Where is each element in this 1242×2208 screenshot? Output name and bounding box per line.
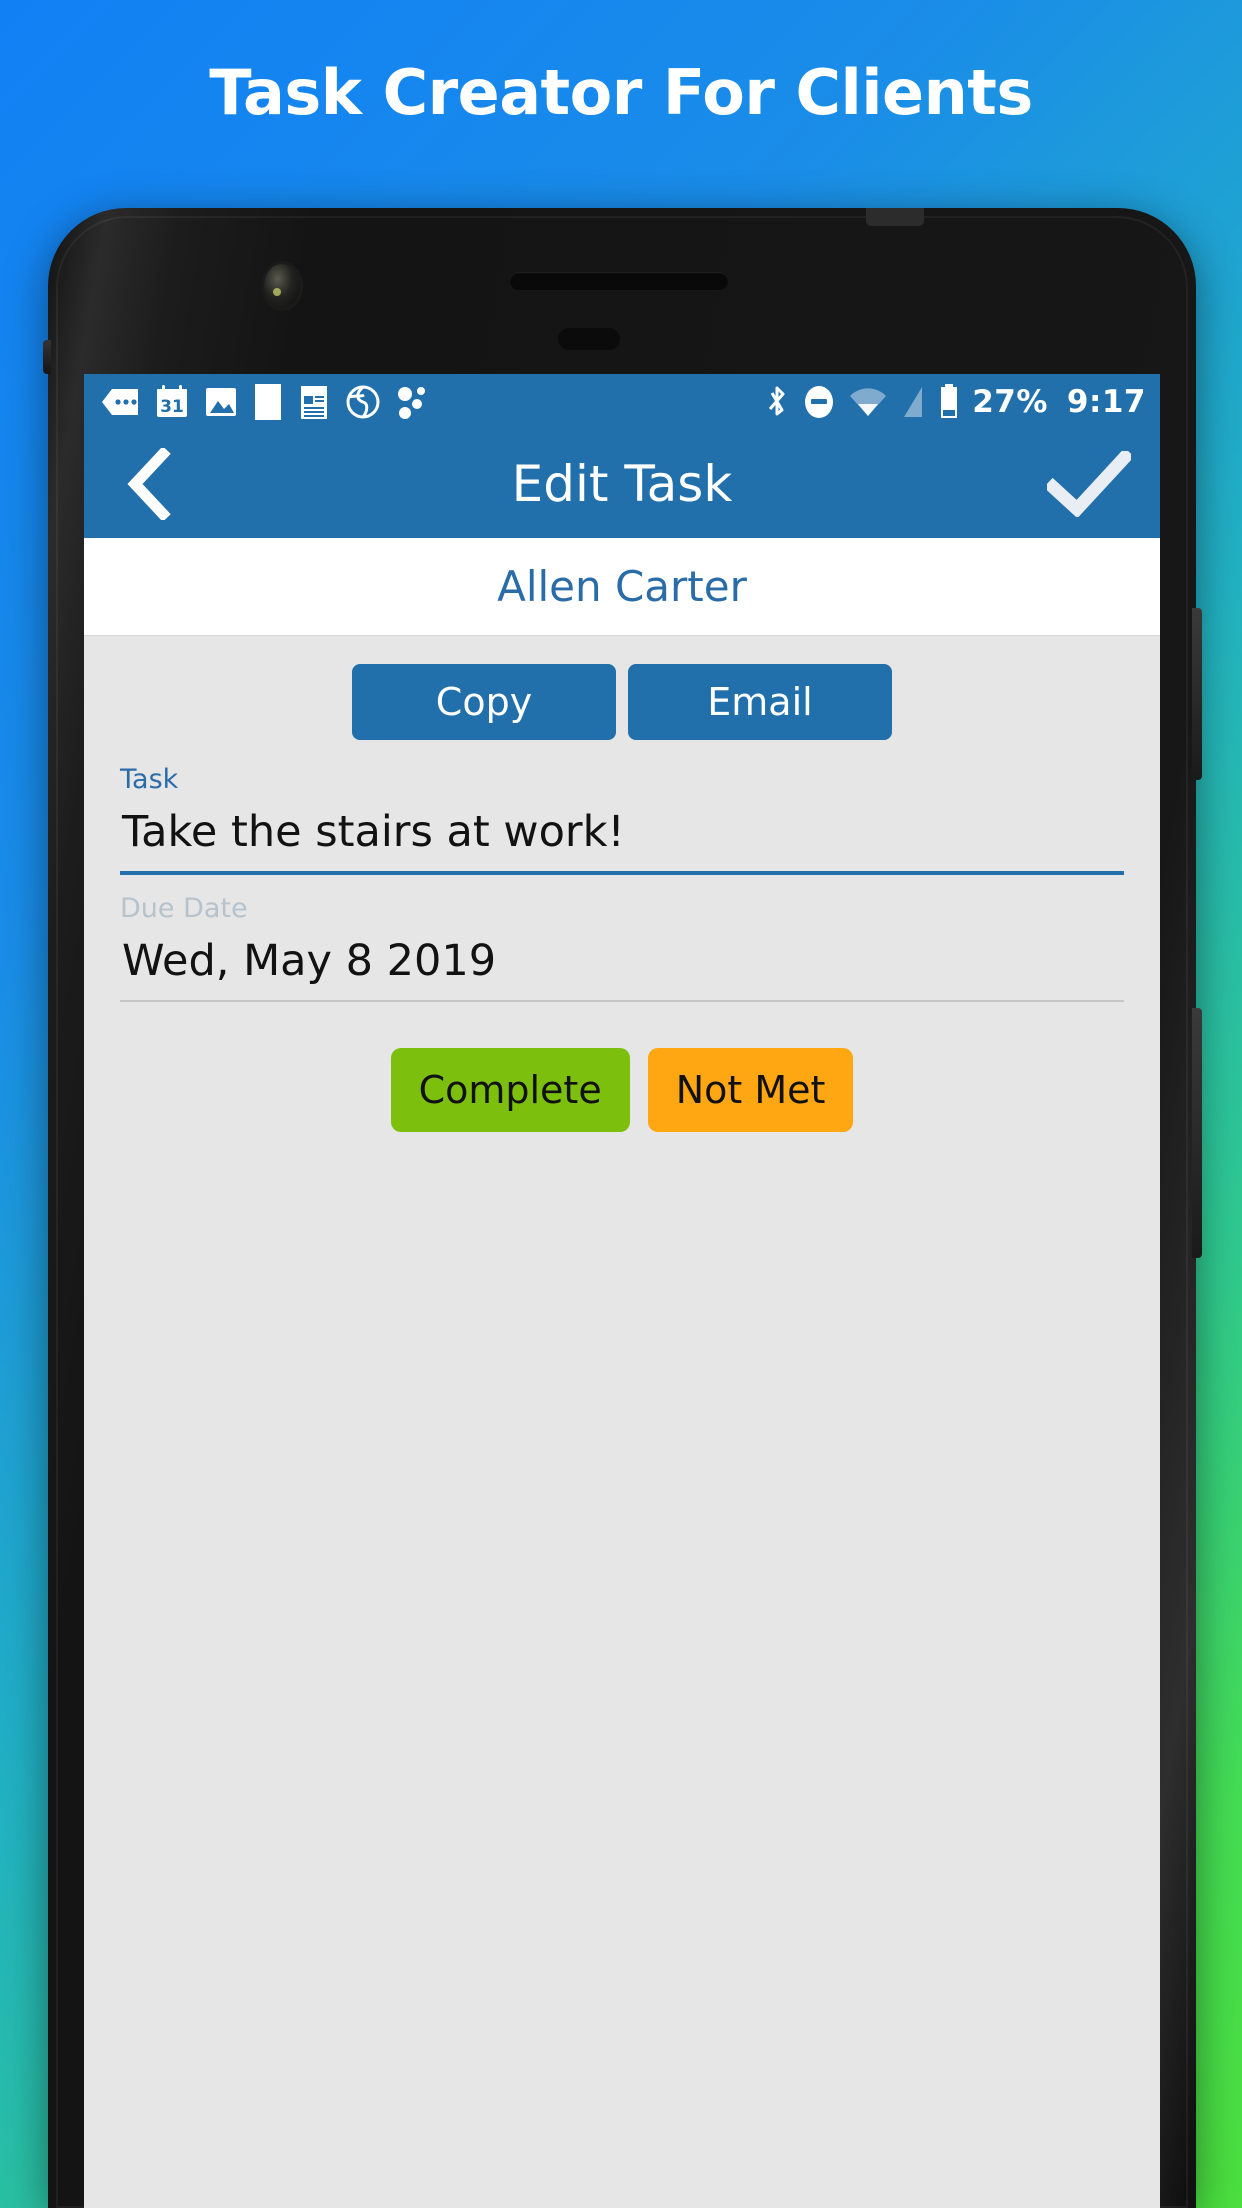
photo-icon	[206, 388, 236, 416]
do-not-disturb-icon	[805, 386, 834, 418]
battery-icon	[941, 384, 958, 418]
more-dots-icon	[102, 389, 138, 415]
client-name-bar[interactable]: Allen Carter	[84, 538, 1160, 636]
email-button[interactable]: Email	[628, 664, 892, 740]
globe-icon	[346, 385, 380, 419]
status-bar: 31 27% 9:17	[84, 374, 1160, 430]
page-title: Edit Task	[511, 455, 733, 513]
phone-top-notch	[866, 208, 924, 226]
chevron-left-icon	[127, 448, 171, 520]
action-button-row: Copy Email	[84, 636, 1160, 746]
volume-button[interactable]	[1192, 1008, 1202, 1258]
blank-page-icon	[255, 384, 281, 420]
cell-signal-icon	[904, 387, 923, 417]
clock-label: 9:17	[1066, 384, 1146, 420]
check-icon	[1047, 451, 1131, 517]
wifi-icon	[850, 388, 887, 416]
earpiece-speaker	[510, 272, 728, 290]
dots-scatter-icon	[398, 387, 425, 419]
battery-percent-label: 27%	[972, 384, 1048, 420]
bluetooth-icon	[769, 386, 785, 416]
not-met-button[interactable]: Not Met	[647, 1048, 854, 1132]
task-field-label: Task	[120, 764, 179, 795]
phone-mockup: 31 27% 9:17 Edit Task Allen Carter Copy …	[43, 208, 1202, 2208]
client-name-label: Allen Carter	[497, 562, 747, 611]
task-field-underline	[120, 871, 1124, 875]
left-side-button[interactable]	[43, 340, 51, 374]
task-form: Copy Email Task Take the stairs at work!…	[84, 636, 1160, 2208]
due-date-field-value[interactable]: Wed, May 8 2019	[120, 928, 1124, 1000]
due-date-field-label: Due Date	[120, 893, 248, 924]
front-camera-icon	[264, 264, 300, 308]
status-button-row: Complete Not Met	[84, 1048, 1160, 1132]
task-field-value[interactable]: Take the stairs at work!	[120, 799, 1124, 871]
notepad-icon	[301, 386, 327, 419]
copy-button[interactable]: Copy	[352, 664, 616, 740]
back-button[interactable]	[112, 447, 186, 521]
task-field[interactable]: Task Take the stairs at work!	[84, 764, 1160, 875]
due-date-field-underline	[120, 1000, 1124, 1002]
power-button[interactable]	[1192, 608, 1202, 780]
promo-headline: Task Creator For Clients	[209, 56, 1033, 129]
save-task-button[interactable]	[1046, 447, 1132, 521]
status-bar-system-icons: 27% 9:17	[765, 384, 1146, 420]
phone-screen: 31 27% 9:17 Edit Task Allen Carter Copy …	[84, 374, 1160, 2208]
complete-button[interactable]: Complete	[390, 1048, 630, 1132]
status-bar-notification-icons: 31	[102, 383, 765, 421]
due-date-field[interactable]: Due Date Wed, May 8 2019	[84, 893, 1160, 1002]
proximity-sensor	[558, 328, 620, 350]
svg-text:31: 31	[160, 397, 184, 417]
app-bar: Edit Task	[84, 430, 1160, 538]
calendar-31-icon: 31	[157, 385, 187, 417]
